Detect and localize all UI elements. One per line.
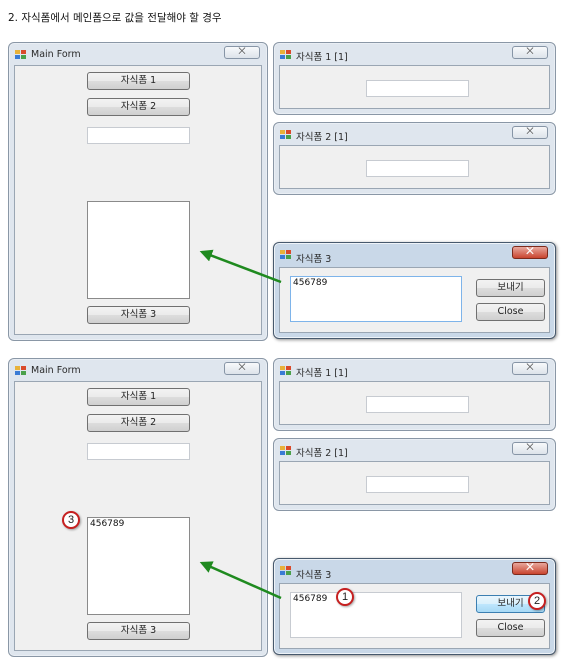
- arrows-layer: [199, 249, 282, 600]
- green-arrow-icon: [199, 249, 282, 284]
- green-arrow-icon: [199, 561, 282, 600]
